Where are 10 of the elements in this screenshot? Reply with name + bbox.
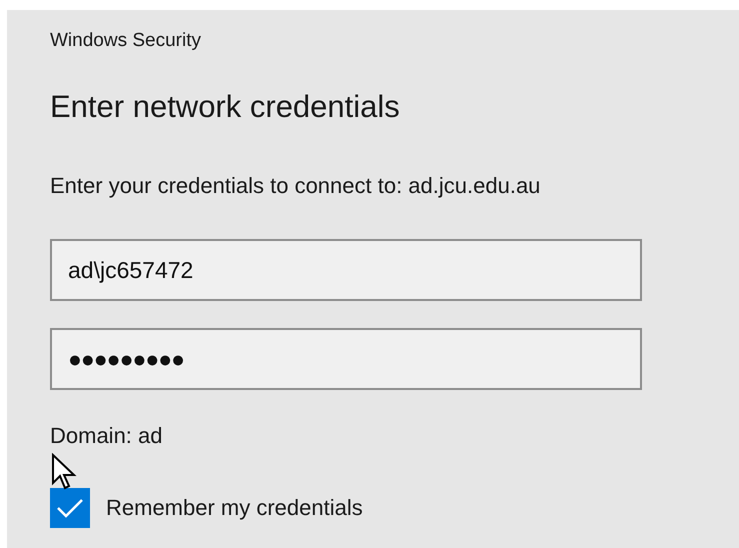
description-text: Enter your credentials to connect to: ad.jcu.edu.au — [50, 172, 542, 200]
window-title: Windows Security — [50, 29, 202, 53]
remember-label: Remember my credentials — [106, 495, 363, 521]
username-field[interactable]: ad\jc657472 — [50, 239, 642, 301]
password-field[interactable]: ●●●●●●●●● — [50, 328, 642, 390]
domain-text: Domain: ad — [50, 422, 164, 450]
mouse-pointer-icon — [51, 453, 77, 491]
dialog-heading: Enter network credentials — [50, 88, 401, 126]
remember-checkbox[interactable] — [50, 488, 90, 528]
checkmark-icon — [56, 497, 84, 519]
